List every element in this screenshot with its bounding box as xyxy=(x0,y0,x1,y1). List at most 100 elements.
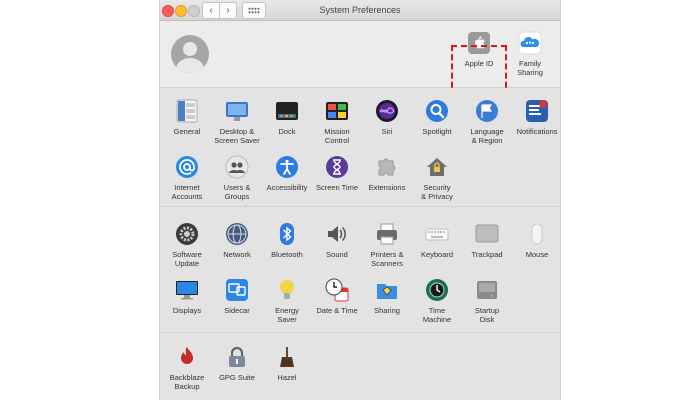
pref-pane-keyboard[interactable]: Keyboard xyxy=(411,222,463,259)
pref-pane-label: Screen Time xyxy=(315,183,359,192)
keyboard-icon xyxy=(425,222,449,246)
pref-pane-screen-time[interactable]: Screen Time xyxy=(311,155,363,192)
pref-pane-label: Keyboard xyxy=(420,250,454,259)
pref-pane-label: Family Sharing xyxy=(517,59,543,77)
notifications-icon xyxy=(525,99,549,123)
show-all-button[interactable] xyxy=(242,2,266,19)
pref-pane-label: Network xyxy=(223,250,251,259)
pref-pane-label: Sidecar xyxy=(224,306,250,315)
pref-pane-family-sharing[interactable]: Family Sharing xyxy=(504,31,556,77)
pref-pane-label: Security & Privacy xyxy=(421,183,453,201)
pref-pane-label: Backblaze Backup xyxy=(169,373,205,391)
users-icon xyxy=(225,155,249,179)
pref-pane-sidecar[interactable]: Sidecar xyxy=(211,278,263,315)
house-lock-icon xyxy=(425,155,449,179)
lightbulb-icon xyxy=(275,278,299,302)
pref-pane-general[interactable]: General xyxy=(161,99,213,136)
pref-pane-label: Energy Saver xyxy=(275,306,299,324)
pref-pane-trackpad[interactable]: Trackpad xyxy=(461,222,513,259)
flag-icon xyxy=(475,99,499,123)
pref-pane-label: Spotlight xyxy=(422,127,452,136)
grid-icon xyxy=(248,7,260,14)
pref-pane-label: Sharing xyxy=(374,306,400,315)
other-section: Backblaze Backup GPG Suite Hazel xyxy=(160,333,560,400)
pref-pane-label: Accessibility xyxy=(266,183,308,192)
pref-pane-accessibility[interactable]: Accessibility xyxy=(261,155,313,192)
hourglass-icon xyxy=(325,155,349,179)
pref-pane-label: Startup Disk xyxy=(474,306,500,324)
personal-section: General Desktop & Screen Saver Dock Mission… xyxy=(160,88,560,207)
pref-pane-spotlight[interactable]: Spotlight xyxy=(411,99,463,136)
pref-pane-label: Printers & Scanners xyxy=(370,250,404,268)
speaker-icon xyxy=(325,222,349,246)
pref-pane-mission-control[interactable]: Mission Control xyxy=(311,99,363,145)
pref-pane-backblaze[interactable]: Backblaze Backup xyxy=(161,345,213,391)
printer-icon xyxy=(375,222,399,246)
trackpad-icon xyxy=(475,222,499,246)
pref-pane-label: Trackpad xyxy=(471,250,503,259)
magnifier-icon xyxy=(425,99,449,123)
pref-pane-sharing[interactable]: Sharing xyxy=(361,278,413,315)
hardware-section: Software Update Network Bluetooth Sound Prin… xyxy=(160,207,560,333)
sidecar-icon xyxy=(225,278,249,302)
pref-pane-label: Siri xyxy=(381,127,393,136)
time-machine-icon xyxy=(425,278,449,302)
pref-pane-label: GPG Suite xyxy=(219,373,255,382)
pref-pane-label: Extensions xyxy=(368,183,406,192)
globe-icon xyxy=(225,222,249,246)
avatar[interactable] xyxy=(171,35,209,73)
pref-pane-language[interactable]: Language & Region xyxy=(461,99,513,145)
system-preferences-window: System Preferences ‹ › Apple ID Family Sh… xyxy=(160,0,560,400)
pref-pane-internet-accounts[interactable]: Internet Accounts xyxy=(161,155,213,201)
at-sign-icon xyxy=(175,155,199,179)
sharing-folder-icon xyxy=(375,278,399,302)
pref-pane-label: Hazel xyxy=(277,373,297,382)
pref-pane-label: Date & Time xyxy=(316,306,358,315)
pref-pane-label: Desktop & Screen Saver xyxy=(214,127,260,145)
pref-pane-mouse[interactable]: Mouse xyxy=(511,222,560,259)
desktop-icon xyxy=(225,99,249,123)
pref-pane-notifications[interactable]: Notifications xyxy=(511,99,560,136)
pref-pane-date-time[interactable]: Date & Time xyxy=(311,278,363,315)
pref-pane-hazel[interactable]: Hazel xyxy=(261,345,313,382)
pref-pane-users-groups[interactable]: Users & Groups xyxy=(211,155,263,201)
pref-pane-label: Sound xyxy=(326,250,348,259)
forward-button[interactable]: › xyxy=(219,2,237,19)
back-button[interactable]: ‹ xyxy=(202,2,220,19)
pref-pane-software-update[interactable]: Software Update xyxy=(161,222,213,268)
pref-pane-security[interactable]: Security & Privacy xyxy=(411,155,463,201)
pref-pane-label: Users & Groups xyxy=(223,183,251,201)
pref-pane-label: Software Update xyxy=(172,250,202,268)
pref-pane-bluetooth[interactable]: Bluetooth xyxy=(261,222,313,259)
pref-pane-dock[interactable]: Dock xyxy=(261,99,313,136)
pref-pane-network[interactable]: Network xyxy=(211,222,263,259)
account-section: Apple ID Family Sharing xyxy=(160,21,560,97)
general-icon xyxy=(175,99,199,123)
pref-pane-desktop[interactable]: Desktop & Screen Saver xyxy=(211,99,263,145)
mission-control-icon xyxy=(325,99,349,123)
pref-pane-printers[interactable]: Printers & Scanners xyxy=(361,222,413,268)
pref-pane-displays[interactable]: Displays xyxy=(161,278,213,315)
pref-pane-label: Mission Control xyxy=(324,127,350,145)
display-icon xyxy=(175,278,199,302)
pref-pane-sound[interactable]: Sound xyxy=(311,222,363,259)
pref-pane-label: Mouse xyxy=(525,250,549,259)
pref-pane-siri[interactable]: Siri xyxy=(361,99,413,136)
flame-icon xyxy=(175,345,199,369)
family-cloud-icon xyxy=(518,31,542,55)
pref-pane-extensions[interactable]: Extensions xyxy=(361,155,413,192)
pref-pane-label: Dock xyxy=(278,127,296,136)
pref-pane-startup-disk[interactable]: Startup Disk xyxy=(461,278,513,324)
siri-icon xyxy=(375,99,399,123)
pref-pane-gpg-suite[interactable]: GPG Suite xyxy=(211,345,263,382)
pref-pane-energy-saver[interactable]: Energy Saver xyxy=(261,278,313,324)
clock-icon xyxy=(325,278,349,302)
pref-pane-label: Bluetooth xyxy=(271,250,303,259)
padlock-icon xyxy=(225,345,249,369)
pref-pane-label: Displays xyxy=(172,306,202,315)
pref-pane-time-machine[interactable]: Time Machine xyxy=(411,278,463,324)
pref-pane-label: Language & Region xyxy=(470,127,504,145)
gear-icon xyxy=(175,222,199,246)
title-bar: System Preferences ‹ › xyxy=(160,0,560,21)
bluetooth-icon xyxy=(275,222,299,246)
